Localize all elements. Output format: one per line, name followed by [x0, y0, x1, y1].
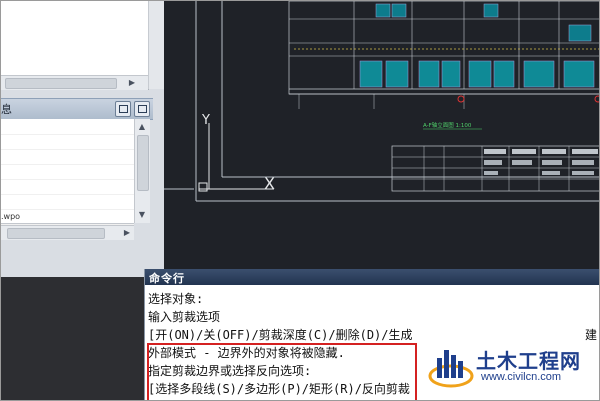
palette-list-horizontal-scrollbar[interactable]: ▶ — [1, 225, 134, 240]
palette-view-button[interactable] — [115, 101, 131, 117]
watermark-url: www.civilcn.com — [481, 371, 562, 383]
application-window: ▶ 息 .wpo ▲ ▼ ▶ A-F轴立面图 1:100 Y X 命令行 选择对… — [0, 0, 600, 401]
scrollbar-thumb[interactable] — [137, 135, 149, 191]
building-elevation — [288, 1, 599, 109]
left-palette-panel: ▶ 息 .wpo ▲ ▼ ▶ — [1, 1, 164, 277]
list-item[interactable] — [1, 149, 134, 165]
window-icon — [119, 105, 128, 113]
scroll-right-arrow-icon[interactable]: ▶ — [121, 227, 133, 238]
ucs-icon: Y X — [198, 113, 275, 193]
command-history-line: [开(ON)/关(OFF)/剪裁深度(C)/删除(D)/生成 — [148, 328, 413, 342]
palette-list-vertical-scrollbar[interactable]: ▲ ▼ — [134, 119, 150, 223]
command-window-title: 命令行 — [149, 272, 185, 285]
scroll-right-arrow-icon[interactable]: ▶ — [126, 78, 138, 88]
palette-preview-button[interactable] — [134, 101, 150, 117]
command-history-line: 输入剪裁选项 — [148, 310, 221, 324]
list-item[interactable] — [1, 119, 134, 135]
palette-section-header: 息 — [1, 98, 153, 120]
watermark-name: 土木工程网 — [476, 349, 581, 373]
scrollbar-thumb[interactable] — [5, 78, 117, 89]
preview-icon — [138, 105, 147, 113]
title-block-table — [391, 145, 599, 192]
command-history-trailing-text: 建 — [585, 328, 598, 342]
drawing-svg: A-F轴立面图 1:100 Y X — [164, 1, 599, 202]
palette-upper-horizontal-scrollbar[interactable]: ▶ — [1, 75, 148, 90]
civilcn-logo-icon — [428, 350, 474, 388]
watermark: 土木工程网 www.civilcn.com — [428, 343, 598, 391]
lower-left-area — [1, 277, 144, 400]
scrollbar-thumb[interactable] — [7, 228, 105, 239]
cad-drawing-canvas[interactable]: A-F轴立面图 1:100 Y X — [164, 1, 599, 269]
list-item[interactable] — [1, 164, 134, 180]
ucs-y-label: Y — [201, 113, 210, 128]
drawing-title-text: A-F轴立面图 1:100 — [423, 121, 472, 129]
scroll-up-arrow-icon[interactable]: ▲ — [136, 121, 148, 132]
list-item[interactable] — [1, 194, 134, 210]
command-window-titlebar[interactable]: 命令行 — [145, 269, 599, 285]
palette-upper-vertical-scrollbar[interactable] — [148, 1, 164, 89]
scroll-down-arrow-icon[interactable]: ▼ — [136, 209, 148, 220]
highlight-box — [147, 343, 417, 400]
ucs-x-label: X — [264, 174, 275, 193]
palette-list: .wpo — [1, 119, 134, 225]
palette-section-title: 息 — [1, 103, 12, 116]
list-item[interactable] — [1, 134, 134, 150]
list-item[interactable]: .wpo — [1, 209, 134, 225]
command-history-line: 选择对象: — [148, 292, 204, 306]
list-item[interactable] — [1, 179, 134, 195]
